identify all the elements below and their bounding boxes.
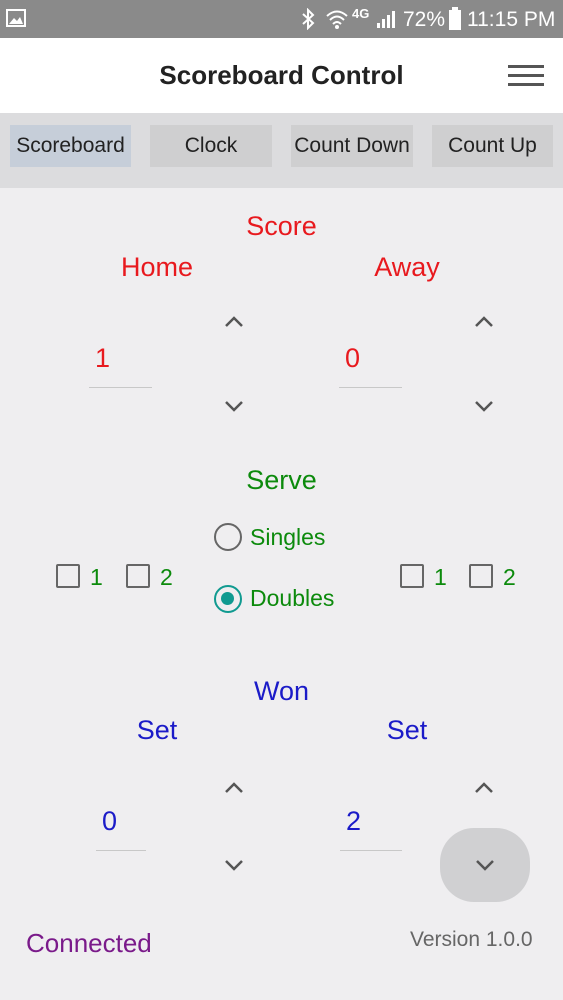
chevron-up-icon <box>475 782 493 793</box>
won-heading: Won <box>253 676 310 706</box>
serve-heading: Serve <box>246 465 317 495</box>
home-score-field[interactable]: 1 <box>89 343 152 388</box>
battery-icon <box>449 7 461 30</box>
connection-status: Connected <box>26 928 152 958</box>
home-set-field[interactable]: 0 <box>96 806 146 851</box>
home-serve-checkbox-1[interactable] <box>56 564 80 588</box>
tab-scoreboard[interactable]: Scoreboard <box>10 125 131 167</box>
singles-radio[interactable] <box>214 523 242 551</box>
home-set-label: Set <box>136 715 178 745</box>
home-score-down-button[interactable] <box>218 392 250 420</box>
status-bar: 4G 72% 11:15 PM <box>0 0 563 38</box>
away-serve-checkbox-1-label: 1 <box>434 564 447 590</box>
chevron-down-icon <box>475 401 493 412</box>
away-serve-checkbox-2-label: 2 <box>503 564 516 590</box>
home-set-down-button[interactable] <box>218 851 250 879</box>
home-set-up-button[interactable] <box>218 774 250 802</box>
away-set-down-button[interactable] <box>440 828 530 902</box>
away-set-label: Set <box>386 715 428 745</box>
chevron-down-icon <box>476 860 494 871</box>
tab-count-down[interactable]: Count Down <box>291 125 413 167</box>
away-serve-checkbox-2[interactable] <box>469 564 493 588</box>
doubles-radio[interactable] <box>214 585 242 613</box>
doubles-label: Doubles <box>250 585 335 611</box>
signal-4g-icon <box>377 11 395 28</box>
tab-clock[interactable]: Clock <box>150 125 272 167</box>
chevron-up-icon <box>225 782 243 793</box>
page-title: Scoreboard Control <box>159 60 404 90</box>
tab-count-up[interactable]: Count Up <box>432 125 553 167</box>
home-label: Home <box>120 252 194 282</box>
app-bar: Scoreboard Control <box>0 38 563 113</box>
chevron-down-icon <box>225 401 243 412</box>
hamburger-menu-icon <box>506 65 546 86</box>
battery-percent: 72% <box>403 8 446 31</box>
clock-time: 11:15 PM <box>467 8 556 31</box>
tab-bar: Scoreboard Clock Count Down Count Up <box>0 113 563 188</box>
home-serve-checkbox-1-label: 1 <box>90 564 103 590</box>
away-score-down-button[interactable] <box>468 392 500 420</box>
singles-label: Singles <box>250 524 326 550</box>
away-set-field[interactable]: 2 <box>340 806 402 851</box>
menu-button[interactable] <box>506 60 546 92</box>
away-serve-checkbox-1[interactable] <box>400 564 424 588</box>
chevron-up-icon <box>475 316 493 327</box>
version-label: Version 1.0.0 <box>410 928 533 951</box>
away-label: Away <box>374 252 440 282</box>
home-serve-checkbox-2[interactable] <box>126 564 150 588</box>
chevron-up-icon <box>225 316 243 327</box>
network-type: 4G <box>352 6 370 21</box>
wifi-icon <box>326 10 348 29</box>
away-set-up-button[interactable] <box>468 774 500 802</box>
away-score-up-button[interactable] <box>468 308 500 336</box>
chevron-down-icon <box>225 860 243 871</box>
bluetooth-icon <box>302 8 315 30</box>
away-score-field[interactable]: 0 <box>339 343 402 388</box>
score-heading: Score <box>246 211 317 241</box>
gallery-icon <box>6 9 26 27</box>
home-score-up-button[interactable] <box>218 308 250 336</box>
home-serve-checkbox-2-label: 2 <box>160 564 173 590</box>
